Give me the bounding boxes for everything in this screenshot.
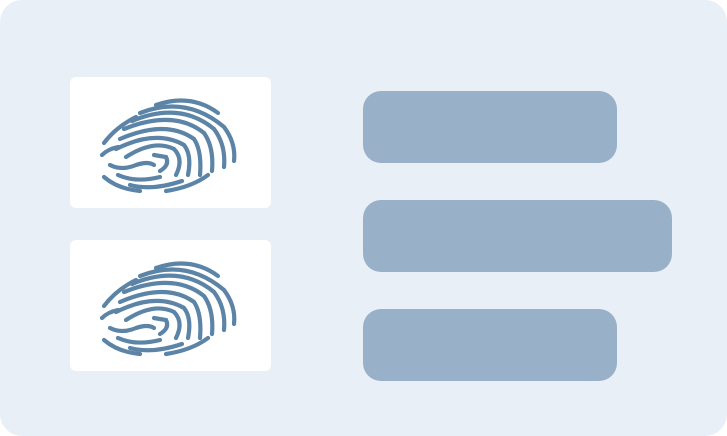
fingerprint-icon <box>99 98 237 194</box>
fingerprint-tile-top <box>70 77 271 208</box>
fingerprint-icon <box>99 261 237 357</box>
illustration-card <box>0 0 727 436</box>
placeholder-bar-3 <box>363 309 617 381</box>
placeholder-bar-2 <box>363 200 672 272</box>
fingerprint-tile-bottom <box>70 240 271 371</box>
placeholder-bar-1 <box>363 91 617 163</box>
